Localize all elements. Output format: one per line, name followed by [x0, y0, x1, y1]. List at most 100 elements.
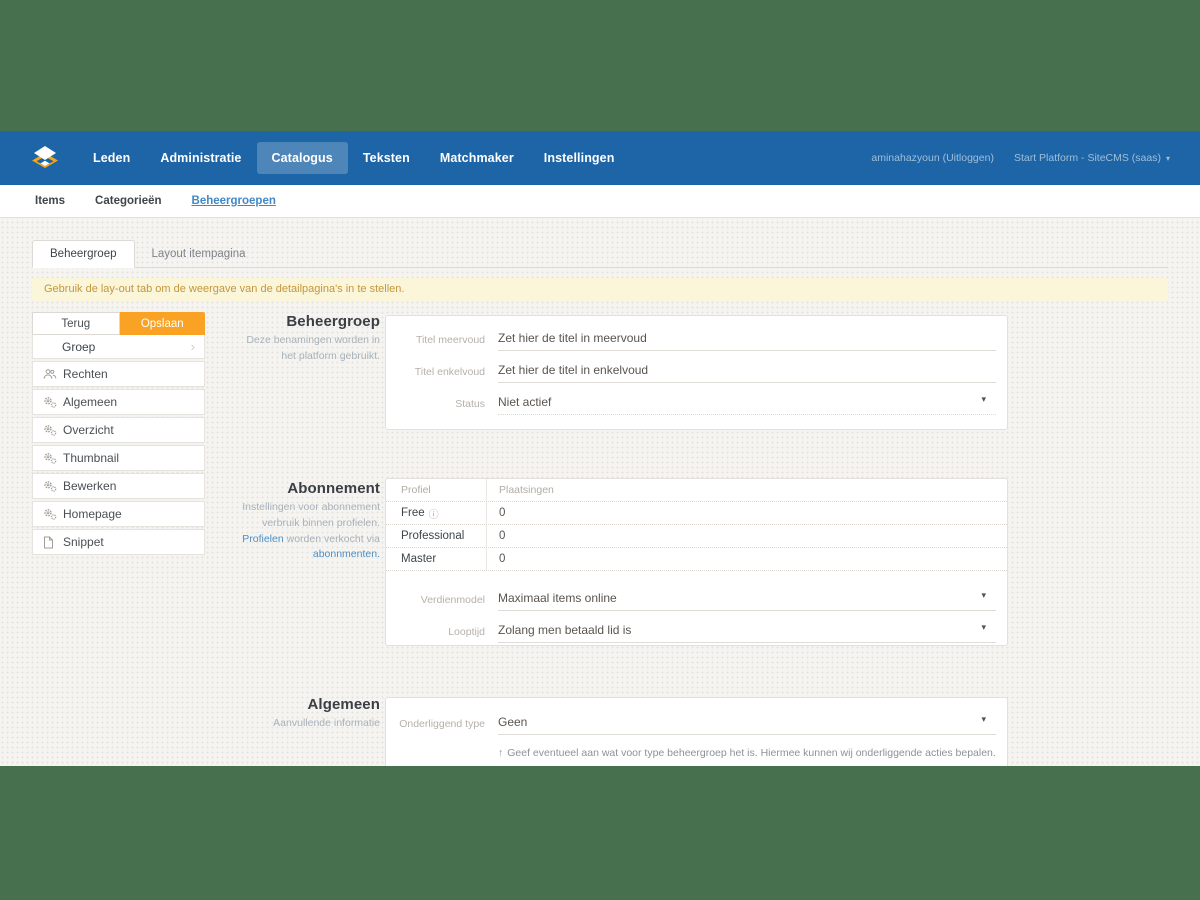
sidebar-item-label: Overzicht: [63, 423, 114, 437]
field-label-status: Status: [386, 398, 498, 410]
caret-down-icon: ▾: [981, 622, 986, 633]
subnav-item-beheergroepen[interactable]: Beheergroepen: [192, 195, 276, 207]
letterbox-top: [0, 0, 1200, 131]
titel-enkelvoud-input[interactable]: Zet hier de titel in enkelvoud: [498, 362, 996, 383]
field-label-verdienmodel: Verdienmodel: [386, 594, 498, 606]
section-description: Instellingen voor abonnement verbruik bi…: [230, 500, 380, 563]
platform-selector-label: Start Platform - SiteCMS (saas): [1014, 152, 1161, 164]
sidebar-item-label: Homepage: [63, 507, 122, 521]
chevron-down-icon: ▾: [1166, 154, 1170, 163]
onderliggend-type-select[interactable]: Geen ▾: [498, 714, 996, 735]
gears-icon: [43, 424, 63, 436]
sidebar-item-label: Rechten: [63, 367, 108, 381]
sidebar-item-label: Bewerken: [63, 479, 116, 493]
section-heading-beheergroep: Beheergroep Deze benamingen worden in he…: [230, 313, 380, 365]
sidebar-item-bewerken[interactable]: Bewerken: [32, 473, 205, 499]
caret-down-icon: ▾: [981, 714, 986, 725]
section-title: Abonnement: [230, 480, 380, 497]
status-select-value: Niet actief: [498, 395, 551, 409]
profiel-name: Free: [401, 507, 425, 519]
onderliggend-type-select-value: Geen: [498, 715, 527, 729]
sidebar-item-homepage[interactable]: Homepage: [32, 501, 205, 527]
field-label-looptijd: Looptijd: [386, 626, 498, 638]
profiel-name: Professional: [401, 530, 464, 542]
nav-item-matchmaker[interactable]: Matchmaker: [425, 142, 529, 174]
chevron-right-icon: ›: [191, 340, 195, 353]
field-label-titel-meervoud: Titel meervoud: [386, 334, 498, 346]
sidebar-group-label: Groep: [62, 340, 95, 354]
sidebar-item-groep[interactable]: Groep ›: [32, 335, 205, 359]
nav-item-catalogus[interactable]: Catalogus: [257, 142, 348, 174]
tab-bar: Beheergroep Layout itempagina: [32, 240, 1168, 268]
caret-down-icon: ▾: [981, 590, 986, 601]
sidebar-item-label: Algemeen: [63, 395, 117, 409]
back-button[interactable]: Terug: [32, 312, 120, 335]
nav-item-teksten[interactable]: Teksten: [348, 142, 425, 174]
users-icon: [43, 368, 63, 380]
sidebar: Terug Opslaan Groep › Rechten: [32, 312, 205, 557]
section-title: Algemeen: [230, 696, 380, 713]
section-description: Deze benamingen worden in het platform g…: [230, 333, 380, 365]
gears-icon: [43, 480, 63, 492]
sidebar-item-label: Thumbnail: [63, 451, 119, 465]
sidebar-item-overzicht[interactable]: Overzicht: [32, 417, 205, 443]
field-help-text: ↑Geef eventueel aan wat voor type beheer…: [498, 747, 996, 759]
gears-icon: [43, 396, 63, 408]
save-button[interactable]: Opslaan: [120, 312, 206, 335]
sidebar-item-label: Snippet: [63, 535, 104, 549]
up-arrow-icon: ↑: [498, 747, 503, 759]
sitecms-logo-icon: [30, 146, 60, 170]
plaatsingen-input[interactable]: 0: [486, 525, 1007, 547]
verdienmodel-select[interactable]: Maximaal items online ▾: [498, 590, 996, 611]
column-header-profiel: Profiel: [386, 484, 486, 496]
sidebar-item-rechten[interactable]: Rechten: [32, 361, 205, 387]
caret-down-icon: ▾: [981, 394, 986, 405]
status-select[interactable]: Niet actief ▾: [498, 394, 996, 415]
sidebar-item-snippet[interactable]: Snippet: [32, 529, 205, 555]
card-abonnement: Profiel Plaatsingen Free ⓘ 0 Professiona…: [385, 478, 1008, 646]
card-beheergroep: Titel meervoud Zet hier de titel in meer…: [385, 315, 1008, 430]
profiel-name: Master: [401, 553, 436, 565]
nav-item-instellingen[interactable]: Instellingen: [529, 142, 630, 174]
column-header-plaatsingen: Plaatsingen: [486, 479, 1007, 501]
platform-selector[interactable]: Start Platform - SiteCMS (saas) ▾: [1014, 152, 1170, 164]
plaatsingen-input[interactable]: 0: [486, 502, 1007, 524]
tab-beheergroep[interactable]: Beheergroep: [32, 240, 135, 268]
navbar-right: aminahazyoun (Uitloggen) Start Platform …: [871, 152, 1170, 164]
card-algemeen: Onderliggend type Geen ▾ ↑Geef eventueel…: [385, 697, 1008, 777]
main-nav: Leden Administratie Catalogus Teksten Ma…: [78, 131, 629, 185]
subnav-item-categorieen[interactable]: Categorieën: [95, 195, 161, 207]
tab-layout-itempagina[interactable]: Layout itempagina: [135, 241, 263, 267]
section-title: Beheergroep: [230, 313, 380, 330]
sidebar-item-thumbnail[interactable]: Thumbnail: [32, 445, 205, 471]
subnav: Items Categorieën Beheergroepen: [0, 185, 1200, 218]
profielen-link[interactable]: Profielen: [242, 533, 283, 545]
info-icon[interactable]: ⓘ: [429, 506, 439, 521]
plaatsingen-input[interactable]: 0: [486, 548, 1007, 570]
table-row: Free ⓘ 0: [386, 502, 1007, 525]
nav-item-leden[interactable]: Leden: [78, 142, 145, 174]
section-heading-algemeen: Algemeen Aanvullende informatie: [230, 696, 380, 732]
table-row: Professional 0: [386, 525, 1007, 548]
nav-item-administratie[interactable]: Administratie: [145, 142, 256, 174]
abonnementen-link[interactable]: abonnmenten.: [313, 548, 380, 560]
sidebar-list: Rechten Algemeen: [32, 361, 205, 555]
looptijd-select[interactable]: Zolang men betaald lid is ▾: [498, 622, 996, 643]
page: Leden Administratie Catalogus Teksten Ma…: [0, 0, 1200, 900]
sidebar-item-algemeen[interactable]: Algemeen: [32, 389, 205, 415]
section-description: Aanvullende informatie: [230, 716, 380, 732]
field-label-titel-enkelvoud: Titel enkelvoud: [386, 366, 498, 378]
looptijd-select-value: Zolang men betaald lid is: [498, 623, 631, 637]
titel-meervoud-input[interactable]: Zet hier de titel in meervoud: [498, 330, 996, 351]
field-label-onderliggend-type: Onderliggend type: [386, 718, 498, 730]
top-navbar: Leden Administratie Catalogus Teksten Ma…: [0, 131, 1200, 185]
user-logout-link[interactable]: aminahazyoun (Uitloggen): [871, 152, 994, 164]
table-row: Master 0: [386, 548, 1007, 571]
gears-icon: [43, 452, 63, 464]
section-heading-abonnement: Abonnement Instellingen voor abonnement …: [230, 480, 380, 563]
verdienmodel-select-value: Maximaal items online: [498, 591, 617, 605]
subnav-item-items[interactable]: Items: [35, 195, 65, 207]
document-icon: [43, 536, 63, 549]
table-header-row: Profiel Plaatsingen: [386, 479, 1007, 502]
gears-icon: [43, 508, 63, 520]
